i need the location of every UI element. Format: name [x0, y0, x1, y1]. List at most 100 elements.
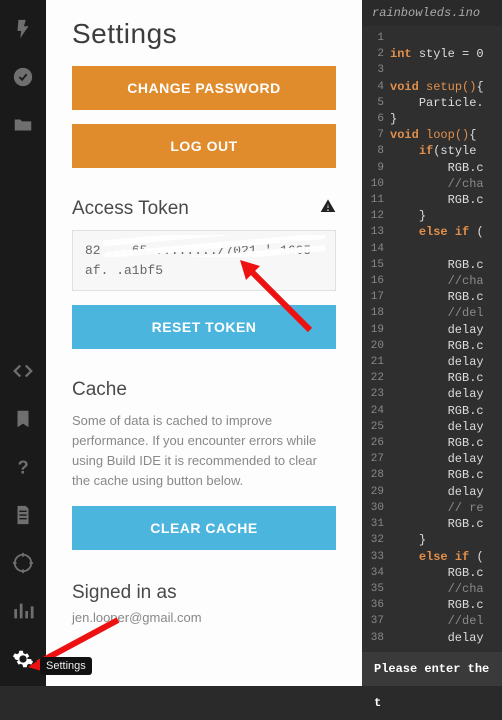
code-line: // re — [390, 500, 502, 516]
code-line: RGB.c — [390, 192, 502, 208]
line-number: 17 — [362, 289, 384, 305]
line-number: 3 — [362, 62, 384, 78]
line-number: 28 — [362, 467, 384, 483]
code-line: void setup(){ — [390, 79, 502, 95]
code-line: delay — [390, 451, 502, 467]
code-icon[interactable] — [12, 360, 34, 382]
code-line: RGB.c — [390, 467, 502, 483]
check-circle-icon[interactable] — [12, 66, 34, 88]
access-token-field[interactable]: 82....65........./7021 ' 1605 af. .a1bf5 — [72, 230, 336, 291]
line-gutter: 1234567891011121314151617181920212223242… — [362, 26, 390, 646]
line-number: 26 — [362, 435, 384, 451]
line-number: 31 — [362, 516, 384, 532]
code-line — [390, 30, 502, 46]
page-title: Settings — [72, 18, 336, 50]
code-line: delay — [390, 322, 502, 338]
line-number: 36 — [362, 597, 384, 613]
reset-token-button[interactable]: RESET TOKEN — [72, 305, 336, 349]
code-line: else if ( — [390, 549, 502, 565]
line-number: 32 — [362, 532, 384, 548]
code-line: delay — [390, 386, 502, 402]
code-line: int style = 0 — [390, 46, 502, 62]
code-area[interactable]: int style = 0 void setup(){ Particle.}vo… — [390, 26, 502, 646]
editor-body[interactable]: 1234567891011121314151617181920212223242… — [362, 26, 502, 646]
line-number: 8 — [362, 143, 384, 159]
warning-icon[interactable] — [320, 198, 336, 220]
code-line: if(style — [390, 143, 502, 159]
code-line: delay — [390, 484, 502, 500]
line-number: 11 — [362, 192, 384, 208]
code-line: //del — [390, 613, 502, 629]
line-number: 22 — [362, 370, 384, 386]
signed-in-label: Signed in as — [72, 582, 336, 604]
code-line: //cha — [390, 581, 502, 597]
code-line: RGB.c — [390, 516, 502, 532]
line-number: 23 — [362, 386, 384, 402]
code-line: } — [390, 208, 502, 224]
code-line — [390, 241, 502, 257]
line-number: 7 — [362, 127, 384, 143]
folder-icon[interactable] — [12, 114, 34, 136]
svg-text:?: ? — [18, 456, 29, 477]
clear-cache-button[interactable]: CLEAR CACHE — [72, 506, 336, 550]
line-number: 13 — [362, 224, 384, 240]
settings-panel: Settings CHANGE PASSWORD LOG OUT Access … — [46, 0, 362, 686]
code-line: RGB.c — [390, 597, 502, 613]
line-number: 12 — [362, 208, 384, 224]
line-number: 33 — [362, 549, 384, 565]
line-number: 20 — [362, 338, 384, 354]
code-line: //cha — [390, 176, 502, 192]
line-number: 10 — [362, 176, 384, 192]
line-number: 5 — [362, 95, 384, 111]
line-number: 30 — [362, 500, 384, 516]
gear-tooltip: Settings — [40, 657, 92, 675]
code-line: else if ( — [390, 224, 502, 240]
nav-rail: ? — [0, 0, 46, 686]
redaction-overlay — [103, 235, 325, 257]
code-line: RGB.c — [390, 289, 502, 305]
chart-icon[interactable] — [12, 600, 34, 622]
line-number: 21 — [362, 354, 384, 370]
code-line: RGB.c — [390, 435, 502, 451]
line-number: 29 — [362, 484, 384, 500]
access-token-label: Access Token — [72, 198, 189, 220]
line-number: 25 — [362, 419, 384, 435]
line-number: 14 — [362, 241, 384, 257]
code-line — [390, 62, 502, 78]
help-icon[interactable]: ? — [12, 456, 34, 478]
cache-heading: Cache — [72, 379, 336, 401]
code-line: delay — [390, 354, 502, 370]
line-number: 18 — [362, 305, 384, 321]
line-number: 34 — [362, 565, 384, 581]
code-line: Particle. — [390, 95, 502, 111]
target-icon[interactable] — [12, 552, 34, 574]
line-number: 16 — [362, 273, 384, 289]
flash-icon[interactable] — [12, 18, 34, 40]
log-out-button[interactable]: LOG OUT — [72, 124, 336, 168]
editor-tab[interactable]: rainbowleds.ino — [362, 0, 502, 26]
status-bar: Please enter the t — [362, 652, 502, 686]
code-line: void loop(){ — [390, 127, 502, 143]
code-line: delay — [390, 630, 502, 646]
line-number: 2 — [362, 46, 384, 62]
editor-pane: rainbowleds.ino 123456789101112131415161… — [362, 0, 502, 686]
bookmark-icon[interactable] — [12, 408, 34, 430]
line-number: 9 — [362, 160, 384, 176]
change-password-button[interactable]: CHANGE PASSWORD — [72, 66, 336, 110]
line-number: 37 — [362, 613, 384, 629]
line-number: 4 — [362, 79, 384, 95]
code-line: //del — [390, 305, 502, 321]
code-line: RGB.c — [390, 403, 502, 419]
code-line: } — [390, 111, 502, 127]
line-number: 19 — [362, 322, 384, 338]
cache-help-text: Some of data is cached to improve perfor… — [72, 411, 336, 492]
gear-icon[interactable] — [12, 648, 34, 670]
line-number: 15 — [362, 257, 384, 273]
code-line: delay — [390, 419, 502, 435]
code-line: //cha — [390, 273, 502, 289]
document-icon[interactable] — [12, 504, 34, 526]
signed-in-email: jen.looper@gmail.com — [72, 610, 336, 625]
line-number: 35 — [362, 581, 384, 597]
line-number: 6 — [362, 111, 384, 127]
line-number: 1 — [362, 30, 384, 46]
